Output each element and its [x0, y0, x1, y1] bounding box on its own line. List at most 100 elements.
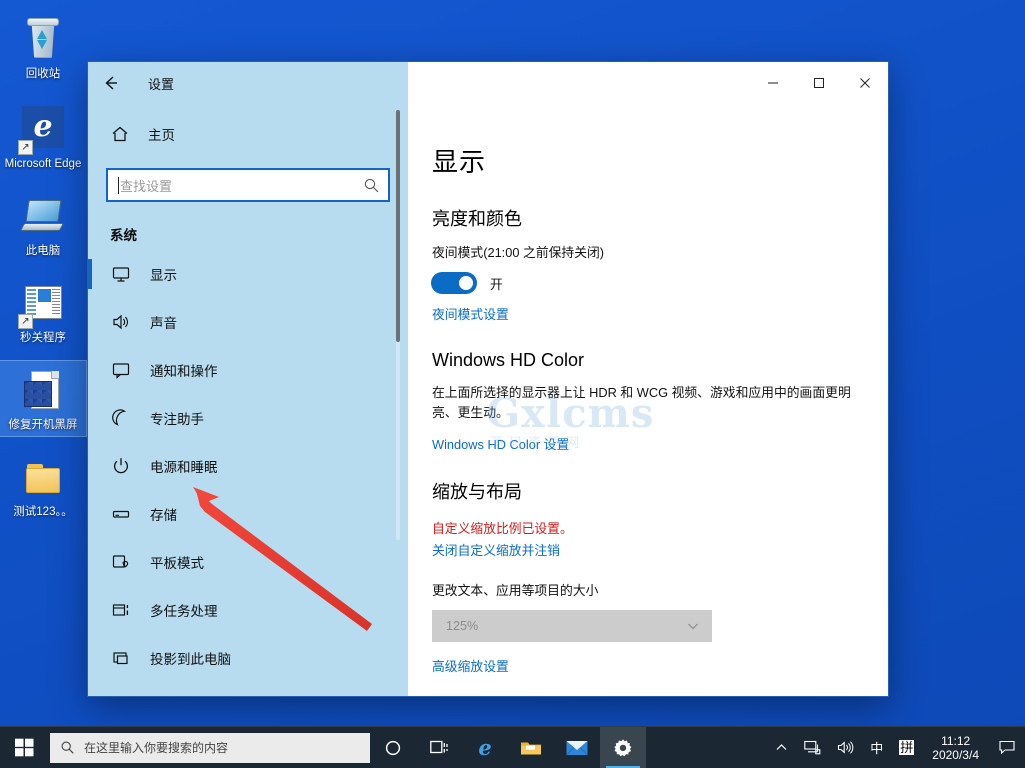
task-view-button[interactable]	[416, 727, 462, 768]
ime-mode-button[interactable]: 中	[862, 727, 891, 768]
desktop-icon-folder[interactable]: 测试123。。	[0, 448, 86, 523]
program-shortcut-icon: ↗	[18, 280, 67, 329]
chevron-down-icon	[688, 623, 698, 630]
scale-warning: 自定义缩放比例已设置。	[432, 521, 573, 536]
page-title: 显示	[432, 147, 487, 177]
minimize-button[interactable]	[750, 62, 796, 104]
text-caret	[118, 176, 119, 194]
sidebar-home-label: 主页	[148, 128, 175, 143]
settings-window: 设置 主页 查找设置 系统 显示 声音 通知和操作 专注助手 电源和睡眠 存储 …	[88, 62, 888, 696]
start-button[interactable]	[0, 727, 48, 768]
sidebar-item-focus-assist[interactable]: 专注助手	[88, 394, 408, 442]
taskbar-edge-button[interactable]: e	[462, 727, 508, 768]
action-center-button[interactable]	[989, 727, 1025, 768]
taskbar-clock[interactable]: 11:12 2020/3/4	[922, 727, 989, 768]
desktop-icon-program-shortcut[interactable]: ↗ 秒关程序	[0, 274, 86, 349]
sidebar-item-label: 多任务处理	[150, 604, 218, 619]
microsoft-edge-icon: e ↗	[18, 106, 67, 155]
maximize-icon	[814, 78, 824, 88]
scale-size-label: 更改文本、应用等项目的大小	[432, 583, 599, 598]
volume-button[interactable]	[829, 727, 862, 768]
sidebar-search-wrap: 查找设置	[106, 168, 390, 202]
ime-pinyin-icon: 拼	[899, 740, 915, 755]
sidebar-item-label: 显示	[150, 268, 177, 283]
taskbar-search-input[interactable]: 在这里输入你要搜索的内容	[50, 732, 370, 763]
cortana-button[interactable]	[370, 727, 416, 768]
sidebar-item-notifications[interactable]: 通知和操作	[88, 346, 408, 394]
cortana-icon	[385, 740, 401, 755]
clock-date: 2020/3/4	[932, 747, 979, 762]
document-icon	[19, 367, 67, 415]
file-explorer-icon	[521, 742, 541, 754]
sidebar-item-label: 电源和睡眠	[150, 460, 218, 475]
power-icon	[110, 455, 132, 477]
desktop-icon-document[interactable]: 修复开机黑屏	[0, 360, 87, 437]
recycle-bin-icon	[19, 16, 67, 64]
sidebar-item-storage[interactable]: 存储	[88, 490, 408, 538]
show-hidden-icons-icon	[776, 744, 787, 750]
scale-heading: 缩放与布局	[432, 482, 522, 502]
window-titlebar: 设置	[88, 62, 888, 104]
moon-icon	[110, 407, 132, 429]
show-hidden-icons-button[interactable]	[767, 727, 796, 768]
close-button[interactable]	[842, 62, 888, 104]
desktop-icon-label: 测试123。。	[13, 506, 73, 518]
sidebar-item-label: 平板模式	[150, 556, 204, 571]
desktop-icon-microsoft-edge[interactable]: e ↗ Microsoft Edge	[0, 97, 86, 175]
taskbar-mail-button[interactable]	[554, 727, 600, 768]
advanced-scaling-link[interactable]: 高级缩放设置	[432, 656, 509, 675]
taskbar: 在这里输入你要搜索的内容 e 中 拼 11:12 2020/3/4	[0, 726, 1025, 768]
back-button[interactable]	[88, 62, 134, 104]
mail-icon	[566, 740, 588, 755]
multitask-icon	[110, 599, 132, 621]
this-pc-icon	[19, 193, 67, 241]
sidebar-nav-list: 显示 声音 通知和操作 专注助手 电源和睡眠 存储 平板模式 多任务处理 投影到…	[88, 250, 408, 696]
desktop-icon-list: 回收站 e ↗ Microsoft Edge 此电脑 ↗ 秒关程序 修复开机黑屏…	[0, 10, 87, 535]
night-light-toggle[interactable]	[432, 273, 476, 293]
notification-icon	[110, 359, 132, 381]
turn-off-custom-scaling-link[interactable]: 关闭自定义缩放并注销	[432, 540, 560, 559]
night-light-toggle-row: 开	[432, 273, 888, 293]
maximize-button[interactable]	[796, 62, 842, 104]
desktop-icon-recycle-bin[interactable]: 回收站	[0, 10, 86, 85]
windows-start-icon	[14, 738, 33, 757]
taskbar-file-explorer-button[interactable]	[508, 727, 554, 768]
desktop-icon-label: Microsoft Edge	[4, 158, 82, 170]
sidebar-item-home[interactable]: 主页	[110, 116, 408, 152]
network-button[interactable]	[796, 727, 829, 768]
night-light-label: 夜间模式(21:00 之前保持关闭)	[432, 245, 605, 260]
hd-color-description: 在上面所选择的显示器上让 HDR 和 WCG 视频、游戏和应用中的画面更明亮、更…	[432, 385, 851, 420]
sidebar-item-tablet-mode[interactable]: 平板模式	[88, 538, 408, 586]
search-placeholder: 查找设置	[120, 178, 173, 194]
sidebar-item-label: 投影到此电脑	[150, 652, 231, 667]
settings-main-panel: Gxlcms 源码资源网 显示 亮度和颜色 夜间模式(21:00 之前保持关闭)…	[408, 104, 888, 696]
sidebar-item-power-sleep[interactable]: 电源和睡眠	[88, 442, 408, 490]
sidebar-section-title: 系统	[110, 228, 137, 243]
sidebar-item-sound[interactable]: 声音	[88, 298, 408, 346]
back-arrow-icon	[105, 76, 117, 90]
monitor-icon	[110, 263, 132, 285]
scale-dropdown[interactable]: 125%	[432, 610, 712, 642]
sidebar-scrollbar[interactable]	[396, 110, 400, 540]
system-tray: 中 拼 11:12 2020/3/4	[767, 727, 1025, 768]
shortcut-badge-icon: ↗	[18, 314, 33, 329]
folder-icon	[19, 454, 67, 502]
sidebar-item-project-to-pc[interactable]: 投影到此电脑	[88, 634, 408, 682]
search-input[interactable]: 查找设置	[106, 168, 390, 202]
night-light-settings-link[interactable]: 夜间模式设置	[432, 304, 509, 323]
project-icon	[110, 647, 132, 669]
sidebar-item-display[interactable]: 显示	[88, 250, 408, 298]
network-icon	[804, 740, 821, 755]
shortcut-badge-icon: ↗	[18, 140, 33, 155]
taskbar-search-placeholder: 在这里输入你要搜索的内容	[84, 741, 229, 755]
window-title: 设置	[148, 76, 175, 92]
task-view-icon	[429, 740, 448, 754]
tablet-icon	[110, 551, 132, 573]
taskbar-settings-button[interactable]	[600, 726, 646, 768]
close-icon	[860, 78, 870, 88]
sidebar-item-label: 专注助手	[150, 412, 204, 427]
hd-color-settings-link[interactable]: Windows HD Color 设置	[432, 434, 569, 453]
sidebar-item-multitasking[interactable]: 多任务处理	[88, 586, 408, 634]
desktop-icon-this-pc[interactable]: 此电脑	[0, 187, 86, 262]
ime-pinyin-button[interactable]: 拼	[891, 727, 922, 768]
